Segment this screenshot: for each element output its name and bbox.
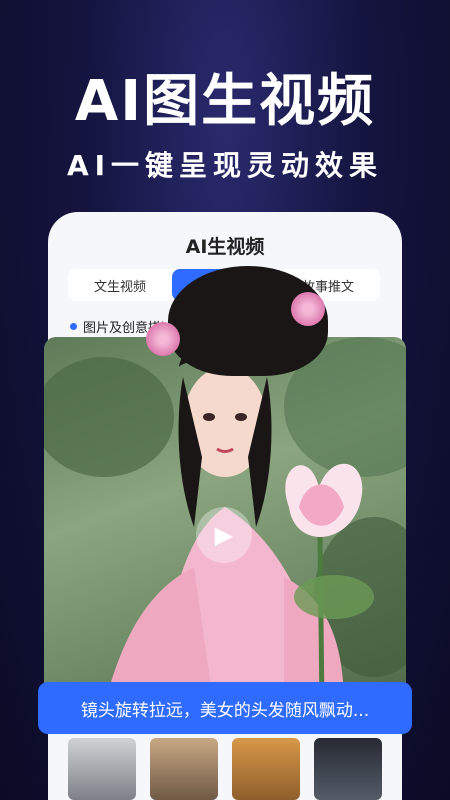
- thumbnail-2[interactable]: [150, 738, 218, 800]
- bullet-dot: [70, 323, 77, 330]
- hair-flower-left: [146, 322, 180, 356]
- play-icon: ▶: [214, 521, 234, 549]
- headline: AI图生视频: [74, 69, 376, 134]
- tab-text-to-video[interactable]: 文生视频: [68, 269, 172, 301]
- phone-title: AI生视频: [185, 236, 265, 258]
- subline: AI一键呈现灵动效果: [66, 149, 384, 182]
- thumbnail-row: [68, 738, 384, 800]
- caption-banner: 镜头旋转拉远，美女的头发随风飘动...: [38, 682, 412, 734]
- thumbnail-3[interactable]: [232, 738, 300, 800]
- thumbnail-1[interactable]: [68, 738, 136, 800]
- hair-flower-right: [291, 292, 325, 326]
- play-button[interactable]: ▶: [196, 507, 252, 563]
- thumbnail-4[interactable]: [314, 738, 382, 800]
